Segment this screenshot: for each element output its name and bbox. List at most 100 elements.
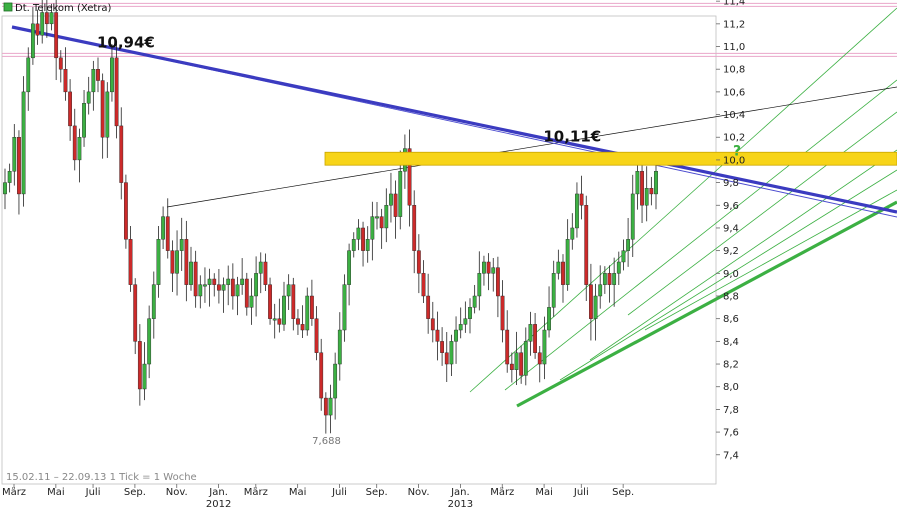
candle-body xyxy=(54,12,59,59)
y-tick-label: 9,2 xyxy=(723,246,739,257)
candle-body xyxy=(426,295,431,319)
candle-body xyxy=(72,125,77,161)
candle-body xyxy=(216,284,221,291)
year-label: 2013 xyxy=(448,499,473,510)
candle-body xyxy=(12,137,17,172)
resistance-band xyxy=(324,151,897,166)
candle-body xyxy=(207,278,212,285)
candle-body xyxy=(486,261,491,274)
candle-body xyxy=(370,216,375,240)
x-tick-label: Nov. xyxy=(408,487,430,498)
candle-body xyxy=(249,295,254,308)
candle-body xyxy=(63,68,68,93)
candle-body xyxy=(430,318,435,331)
x-tick-label: Juli xyxy=(331,487,347,498)
y-tick-label: 10,2 xyxy=(723,133,745,144)
candle-body xyxy=(310,295,314,319)
candle-body xyxy=(626,239,631,251)
candle-body xyxy=(142,363,147,390)
candle-body xyxy=(221,284,226,291)
candle-body xyxy=(203,284,207,287)
candle-body xyxy=(128,239,133,285)
y-tick-label: 8,6 xyxy=(723,314,739,325)
candle-body xyxy=(240,278,245,285)
candle-body xyxy=(49,12,54,25)
candle-body xyxy=(184,239,189,285)
y-tick-label: 8,4 xyxy=(723,337,739,348)
candle-body xyxy=(565,239,570,285)
candle-body xyxy=(500,295,505,331)
candle-body xyxy=(361,227,365,251)
candle-body xyxy=(412,205,417,251)
candle-body xyxy=(542,329,547,365)
candle-body xyxy=(496,267,500,297)
candle-body xyxy=(26,57,31,93)
y-tick-label: 8,2 xyxy=(723,360,739,371)
candle-body xyxy=(21,91,26,195)
candle-body xyxy=(226,278,231,285)
candle-body xyxy=(472,295,477,308)
candle-body xyxy=(254,273,258,297)
x-tick-label: Juli xyxy=(573,487,589,498)
x-tick-label: März xyxy=(2,487,26,498)
candle-body xyxy=(389,193,393,206)
candle-body xyxy=(533,324,538,353)
candle-body xyxy=(86,91,91,104)
candle-body xyxy=(100,80,105,138)
candle-body xyxy=(375,216,379,219)
legend: Dt. Telekom (Xetra) xyxy=(3,2,112,14)
candle-body xyxy=(300,324,305,331)
candle-body xyxy=(282,295,286,325)
candle-body xyxy=(616,261,621,274)
candle-body xyxy=(175,250,179,274)
x-tick-label: März xyxy=(244,487,268,498)
y-tick-label: 9,6 xyxy=(723,201,739,212)
y-tick-label: 8,0 xyxy=(723,382,739,393)
candle-body xyxy=(523,341,528,376)
price-annotation: 10,94€ xyxy=(97,33,155,51)
candle-body xyxy=(579,193,584,206)
y-tick-label: 11,0 xyxy=(723,42,745,53)
y-tick-label: 9,0 xyxy=(723,269,739,280)
candle-body xyxy=(305,295,310,331)
candle-body xyxy=(161,216,165,240)
y-tick-label: 7,6 xyxy=(723,428,739,439)
y-tick-label: 10,6 xyxy=(723,87,745,98)
candle-body xyxy=(286,284,291,297)
candle-body xyxy=(137,341,142,390)
candle-body xyxy=(123,182,128,240)
candle-body xyxy=(328,397,333,416)
candle-body xyxy=(189,261,193,285)
x-tick-label: März xyxy=(490,487,514,498)
candle-body xyxy=(561,261,565,285)
candle-body xyxy=(463,318,468,325)
candle-body xyxy=(519,352,524,376)
candle-body xyxy=(263,261,268,285)
candle-body xyxy=(170,250,175,274)
candle-body xyxy=(547,307,551,331)
candle-body xyxy=(454,329,458,342)
chart-footer: 15.02.11 – 22.09.13 1 Tick = 1 Woche xyxy=(6,472,197,483)
candle-body xyxy=(110,57,114,93)
candle-body xyxy=(570,227,575,240)
candle-body xyxy=(477,273,482,297)
candle-body xyxy=(319,352,324,399)
x-tick-label: Sep. xyxy=(124,487,146,498)
overlay xyxy=(324,151,897,166)
candle-body xyxy=(351,239,356,251)
candle-body xyxy=(468,307,472,319)
y-tick-label: 11,2 xyxy=(723,19,745,30)
candle-body xyxy=(268,284,272,319)
candle-body xyxy=(244,278,249,308)
plot-background xyxy=(0,0,897,517)
candle-body xyxy=(607,273,612,285)
candle-body xyxy=(537,352,542,365)
candle-body xyxy=(314,318,319,353)
candle-body xyxy=(654,171,658,195)
candle-body xyxy=(7,171,12,183)
candle-body xyxy=(491,267,496,274)
candle-body xyxy=(347,250,351,285)
candle-body xyxy=(31,23,35,59)
candle-body xyxy=(640,171,644,206)
candle-body xyxy=(179,239,184,251)
